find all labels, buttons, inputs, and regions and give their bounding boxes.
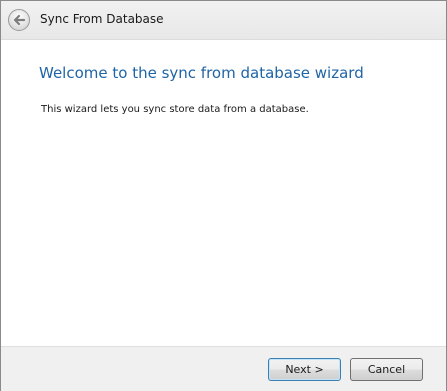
- page-title: Welcome to the sync from database wizard: [39, 64, 364, 82]
- window-title: Sync From Database: [40, 12, 164, 26]
- button-bar: Next > Cancel: [1, 346, 446, 391]
- back-arrow-icon: [13, 14, 26, 26]
- title-bar: Sync From Database: [1, 1, 446, 40]
- next-button[interactable]: Next >: [268, 358, 341, 381]
- wizard-window: Sync From Database Welcome to the sync f…: [0, 0, 447, 391]
- wizard-content: Welcome to the sync from database wizard…: [1, 40, 446, 346]
- page-description: This wizard lets you sync store data fro…: [41, 104, 309, 115]
- back-button[interactable]: [8, 9, 30, 31]
- cancel-button[interactable]: Cancel: [350, 358, 423, 381]
